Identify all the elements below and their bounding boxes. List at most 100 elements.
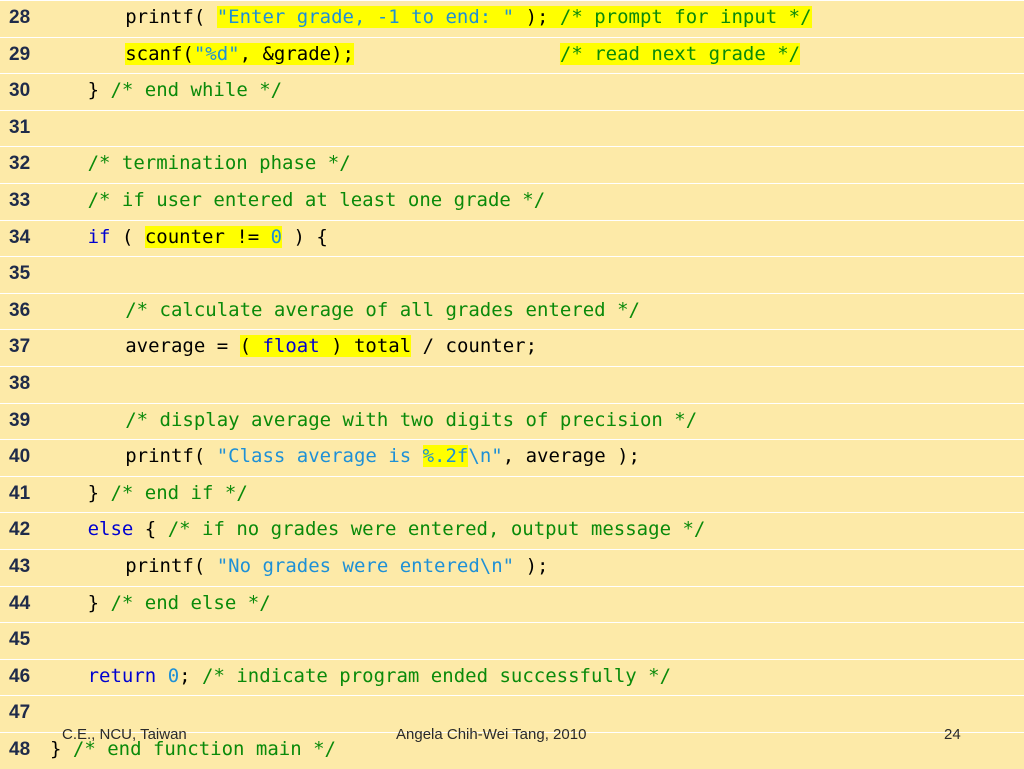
code-token: printf( [125, 6, 217, 28]
code-keyword: else [87, 518, 134, 541]
code-line: 39 /* display average with two digits of … [0, 402, 1024, 440]
line-number: 44 [9, 592, 31, 614]
code-token: , &grade); [239, 42, 354, 65]
code-token: ( [239, 335, 263, 358]
code-token: printf( [125, 445, 217, 468]
code-token: ( [110, 225, 145, 248]
code-text: scanf("%d", &grade); /* read next grade … [125, 41, 801, 68]
line-number: 29 [9, 43, 31, 65]
code-text: /* calculate average of all grades enter… [125, 297, 640, 324]
code-token: counter != [144, 225, 271, 248]
code-keyword: float [262, 335, 320, 358]
line-number: 34 [9, 226, 31, 248]
code-string: "No grades were entered\n" [216, 555, 515, 577]
code-number: 0 [270, 225, 283, 248]
code-comment: /* end while */ [110, 79, 283, 102]
code-string: "Class average is [216, 445, 423, 468]
code-token: , average ); [502, 445, 640, 468]
line-number: 39 [9, 409, 31, 431]
code-line: 40 printf( "Class average is %.2f\n", ave… [0, 439, 1024, 476]
code-token: ); [514, 6, 560, 28]
code-line: 44 } /* end else */ [0, 585, 1024, 623]
code-comment: /* end if */ [110, 481, 248, 504]
code-line: 37 average = ( float ) total / counter; [0, 329, 1024, 366]
code-comment: /* indicate program ended successfully *… [202, 664, 672, 687]
code-text: printf( "Class average is %.2f\n", avera… [125, 443, 640, 470]
code-comment: /* termination phase */ [87, 152, 351, 175]
line-number: 36 [9, 299, 31, 321]
code-line: 43 printf( "No grades were entered\n" ); [0, 549, 1024, 586]
code-comment: /* if no grades were entered, output mes… [167, 518, 706, 541]
code-line: 35 [0, 256, 1024, 293]
code-text: printf( "Enter grade, -1 to end: " ); /*… [125, 4, 812, 31]
line-number: 38 [9, 373, 31, 394]
line-number: 37 [9, 336, 31, 358]
code-token: printf( [125, 555, 217, 577]
slide: 28 printf( "Enter grade, -1 to end: " ); … [0, 0, 1024, 768]
code-line: 34 if ( counter != 0 ) { [0, 219, 1024, 257]
code-token: } [87, 79, 111, 102]
code-token: ) total [319, 335, 412, 358]
code-line: 30} /* end while */ [0, 73, 1024, 110]
line-number: 41 [9, 482, 31, 504]
code-keyword: return [87, 664, 157, 687]
code-comment: /* read next grade */ [559, 42, 801, 65]
code-token: } [87, 591, 111, 614]
line-number: 33 [9, 190, 31, 211]
code-token: ) { [282, 225, 328, 248]
code-line: 42 else { /* if no grades were entered, o… [0, 512, 1024, 549]
code-text: /* if user entered at least one grade */ [88, 187, 546, 214]
line-number: 28 [9, 7, 31, 28]
code-token: { [133, 518, 168, 541]
code-line: 36 /* calculate average of all grades ent… [0, 292, 1024, 330]
code-token: ; [179, 664, 203, 687]
line-number: 35 [9, 263, 31, 285]
code-text: else { /* if no grades were entered, out… [88, 516, 706, 543]
code-line: 45 [0, 622, 1024, 659]
line-number: 31 [9, 116, 31, 138]
footer-author: Angela Chih-Wei Tang, 2010 [396, 726, 587, 743]
code-comment: /* if user entered at least one grade */ [87, 189, 546, 211]
code-string: "%d" [193, 42, 240, 65]
code-token: ); [514, 555, 549, 577]
code-comment: /* prompt for input */ [559, 6, 812, 28]
code-keyword: if [87, 225, 111, 248]
code-line: 46 return 0; /* indicate program ended su… [0, 658, 1024, 696]
code-line: 38 [0, 366, 1024, 403]
line-number: 43 [9, 556, 31, 577]
footer-affiliation: C.E., NCU, Taiwan [62, 726, 187, 743]
line-number: 42 [9, 519, 31, 541]
code-text: } /* end if */ [88, 480, 248, 507]
code-comment: /* display average with two digits of pr… [125, 408, 698, 431]
code-text: average = ( float ) total / counter; [125, 333, 537, 360]
code-text: } /* end else */ [88, 590, 271, 617]
line-number: 40 [9, 446, 31, 468]
code-token: average = [125, 335, 240, 358]
code-line: 28 printf( "Enter grade, -1 to end: " ); … [0, 0, 1024, 37]
code-comment: /* calculate average of all grades enter… [125, 298, 640, 321]
code-string: "Enter grade, -1 to end: " [216, 6, 515, 28]
code-token: } [87, 481, 111, 504]
line-number: 45 [9, 629, 31, 651]
line-number: 32 [9, 153, 31, 175]
line-number: 30 [9, 80, 31, 102]
code-text: printf( "No grades were entered\n" ); [125, 553, 548, 580]
code-line: 31 [0, 109, 1024, 147]
code-text: /* termination phase */ [88, 150, 351, 177]
code-string: \n" [468, 445, 503, 468]
code-text: return 0; /* indicate program ended succ… [88, 663, 671, 690]
code-token: / counter; [411, 335, 538, 358]
line-number: 46 [9, 665, 31, 687]
code-text: if ( counter != 0 ) { [88, 224, 328, 251]
code-number: 0 [167, 664, 180, 687]
page-number: 24 [944, 726, 961, 743]
slide-footer: C.E., NCU, Taiwan Angela Chih-Wei Tang, … [0, 722, 1024, 752]
code-text: /* display average with two digits of pr… [125, 407, 697, 434]
code-text: } /* end while */ [88, 77, 282, 104]
code-line: 33 /* if user entered at least one grade … [0, 183, 1024, 220]
code-string: %.2f [422, 445, 469, 468]
code-line: 41} /* end if */ [0, 475, 1024, 513]
code-token: scanf( [125, 42, 194, 65]
